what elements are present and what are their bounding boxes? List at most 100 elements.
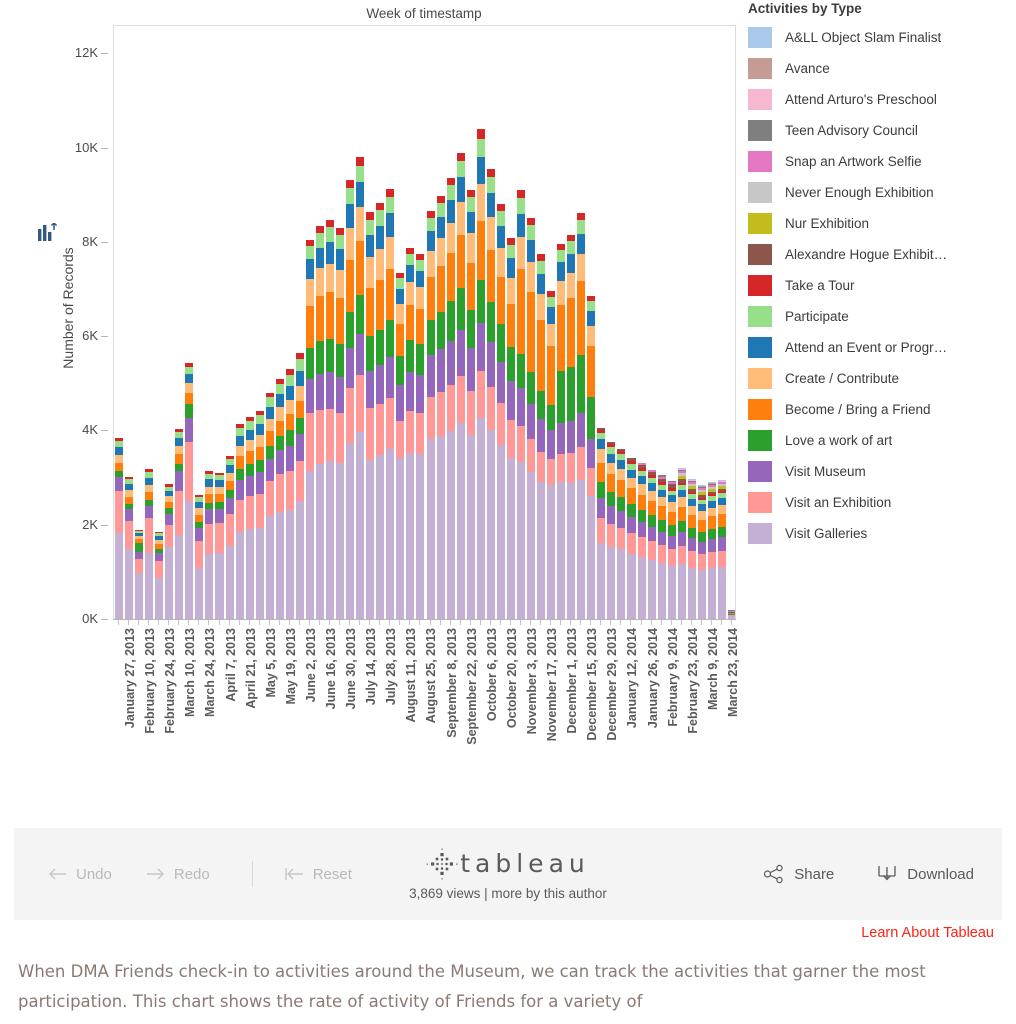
bar-segment[interactable] — [587, 438, 596, 469]
bar-segment[interactable] — [486, 169, 495, 178]
bar-segment[interactable] — [717, 498, 726, 505]
bar-segment[interactable] — [577, 254, 586, 282]
bar-segment[interactable] — [707, 485, 716, 487]
bar-segment[interactable] — [496, 211, 505, 226]
bar-segment[interactable] — [697, 569, 706, 619]
bar-segment[interactable] — [336, 298, 345, 344]
bar-segment[interactable] — [597, 498, 606, 519]
bar-segment[interactable] — [567, 453, 576, 484]
bar-segment[interactable] — [125, 549, 134, 619]
bar-segment[interactable] — [667, 490, 676, 496]
bar-segment[interactable] — [366, 370, 375, 409]
bar-segment[interactable] — [145, 553, 154, 619]
bar-segment[interactable] — [305, 347, 314, 380]
bar-segment[interactable] — [587, 311, 596, 326]
bar-segment[interactable] — [567, 483, 576, 619]
bar-segment[interactable] — [687, 528, 696, 539]
bar-segment[interactable] — [265, 445, 274, 459]
bar-segment[interactable] — [265, 431, 274, 446]
bar-segment[interactable] — [657, 489, 666, 497]
bar-segment[interactable] — [135, 533, 144, 537]
bar-segment[interactable] — [346, 179, 355, 188]
bar-segment[interactable] — [386, 236, 395, 269]
legend-item[interactable]: Create / Contribute — [748, 363, 1010, 394]
bar-segment[interactable] — [707, 484, 716, 486]
stacked-bar[interactable] — [265, 392, 274, 619]
bar-segment[interactable] — [165, 484, 174, 487]
bar-segment[interactable] — [155, 548, 164, 553]
redo-button[interactable]: Redo — [140, 854, 216, 894]
bar-segment[interactable] — [617, 496, 626, 511]
bar-segment[interactable] — [255, 435, 264, 447]
bar-segment[interactable] — [426, 439, 435, 619]
bar-segment[interactable] — [456, 423, 465, 619]
bar-segment[interactable] — [275, 435, 284, 450]
bar-segment[interactable] — [526, 225, 536, 240]
bar-segment[interactable] — [476, 280, 485, 324]
bar-segment[interactable] — [396, 278, 405, 289]
bar-segment[interactable] — [567, 421, 576, 454]
bar-segment[interactable] — [356, 165, 365, 183]
bar-segment[interactable] — [657, 476, 666, 479]
bar-segment[interactable] — [416, 454, 425, 619]
bar-segment[interactable] — [476, 184, 485, 222]
bar-segment[interactable] — [496, 403, 505, 445]
bar-segment[interactable] — [496, 444, 505, 619]
bar-segment[interactable] — [185, 442, 194, 501]
bar-segment[interactable] — [215, 480, 224, 487]
bar-segment[interactable] — [275, 449, 284, 475]
share-button[interactable]: Share — [757, 854, 840, 894]
bar-segment[interactable] — [557, 249, 566, 263]
bar-segment[interactable] — [657, 531, 666, 546]
stacked-bar[interactable] — [406, 248, 415, 619]
bar-segment[interactable] — [486, 249, 495, 302]
bar-segment[interactable] — [195, 528, 204, 542]
bar-segment[interactable] — [315, 247, 324, 269]
bar-segment[interactable] — [466, 262, 475, 310]
bar-segment[interactable] — [165, 507, 174, 515]
bar-segment[interactable] — [366, 234, 375, 258]
bar-segment[interactable] — [386, 268, 395, 320]
bar-segment[interactable] — [326, 338, 335, 373]
bar-segment[interactable] — [376, 454, 385, 619]
bar-segment[interactable] — [476, 138, 485, 157]
bar-segment[interactable] — [426, 277, 435, 320]
bar-segment[interactable] — [295, 371, 304, 386]
bar-segment[interactable] — [697, 486, 706, 488]
bar-segment[interactable] — [245, 451, 254, 464]
bar-segment[interactable] — [336, 234, 345, 249]
bar-segment[interactable] — [165, 495, 174, 502]
bar-segment[interactable] — [175, 446, 184, 455]
bar-segment[interactable] — [416, 309, 425, 345]
bar-segment[interactable] — [265, 406, 274, 419]
bar-segment[interactable] — [667, 511, 676, 526]
bar-segment[interactable] — [426, 355, 435, 397]
bar-segment[interactable] — [657, 506, 666, 521]
bar-segment[interactable] — [205, 524, 214, 555]
bar-segment[interactable] — [547, 346, 556, 405]
bar-segment[interactable] — [326, 409, 335, 462]
bar-segment[interactable] — [195, 514, 204, 523]
bar-segment[interactable] — [205, 473, 214, 480]
bar-segment[interactable] — [677, 470, 686, 472]
bar-segment[interactable] — [165, 490, 174, 496]
bar-segment[interactable] — [677, 471, 686, 474]
bar-segment[interactable] — [587, 301, 596, 312]
stacked-bar[interactable] — [376, 202, 385, 619]
bar-segment[interactable] — [135, 572, 144, 619]
bar-segment[interactable] — [426, 211, 435, 218]
bar-segment[interactable] — [657, 482, 666, 485]
bar-segment[interactable] — [677, 476, 686, 480]
bar-segment[interactable] — [547, 296, 556, 308]
bar-segment[interactable] — [346, 203, 355, 228]
bar-segment[interactable] — [245, 496, 254, 530]
stacked-bar[interactable] — [185, 363, 194, 619]
bar-segment[interactable] — [135, 559, 144, 573]
bar-segment[interactable] — [336, 248, 345, 271]
bar-segment[interactable] — [697, 492, 706, 496]
bar-segment[interactable] — [396, 421, 405, 458]
bar-segment[interactable] — [516, 190, 525, 199]
stacked-bar[interactable] — [506, 238, 515, 619]
bar-segment[interactable] — [466, 211, 475, 234]
bar-segment[interactable] — [627, 461, 636, 464]
